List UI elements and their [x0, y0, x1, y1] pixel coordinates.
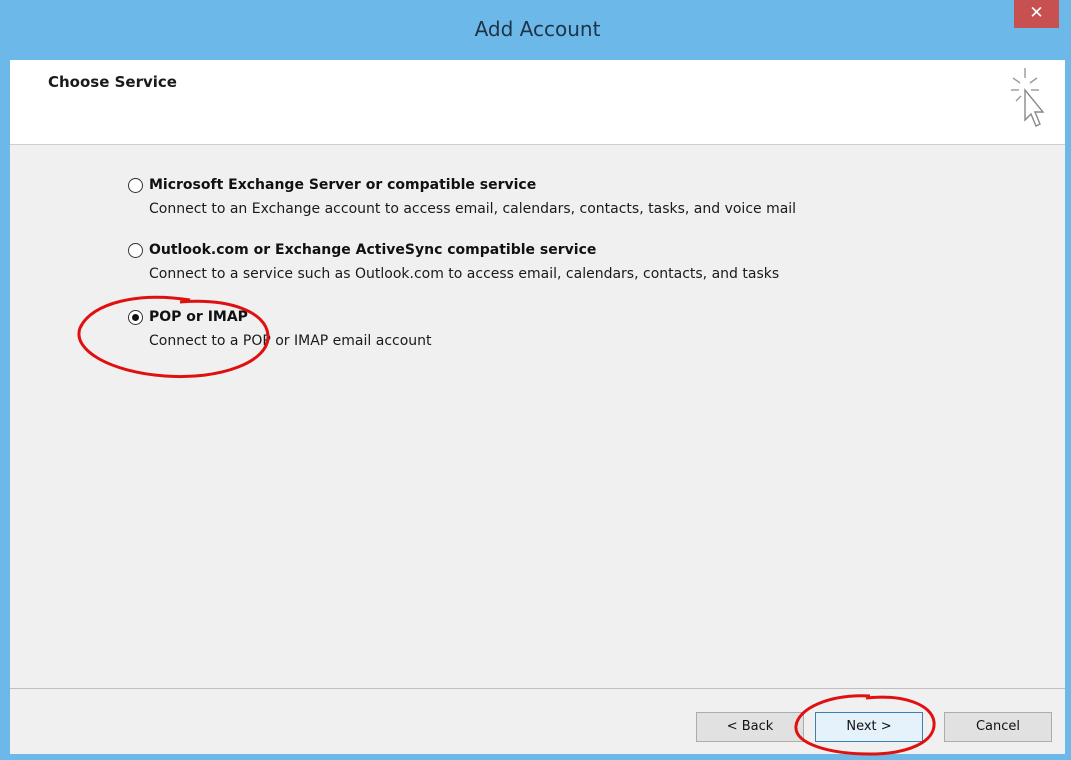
- radio-outlook-com[interactable]: [128, 242, 143, 258]
- option-description: Connect to a POP or IMAP email account: [149, 333, 432, 349]
- option-pop-imap[interactable]: POP or IMAP Connect to a POP or IMAP ema…: [128, 309, 432, 349]
- radio-pop-imap[interactable]: [128, 309, 143, 325]
- title-bar[interactable]: Add Account ✕: [10, 0, 1065, 60]
- option-label: POP or IMAP: [149, 309, 248, 325]
- radio-exchange[interactable]: [128, 177, 143, 193]
- close-icon: ✕: [1029, 3, 1044, 23]
- option-description: Connect to a service such as Outlook.com…: [149, 266, 780, 282]
- option-label: Outlook.com or Exchange ActiveSync compa…: [149, 242, 597, 258]
- page-title: Choose Service: [48, 73, 177, 91]
- window-title: Add Account: [474, 17, 601, 41]
- service-options: Microsoft Exchange Server or compatible …: [10, 145, 1065, 688]
- cancel-button[interactable]: Cancel: [944, 712, 1052, 742]
- back-button[interactable]: < Back: [696, 712, 804, 742]
- wizard-header: Choose Service: [10, 60, 1065, 145]
- next-button[interactable]: Next >: [815, 712, 923, 742]
- close-button[interactable]: ✕: [1014, 0, 1059, 28]
- option-label: Microsoft Exchange Server or compatible …: [149, 177, 537, 193]
- wizard-cursor-icon: [1011, 68, 1045, 127]
- wizard-footer: < Back Next > Cancel: [10, 689, 1065, 754]
- option-outlook-com[interactable]: Outlook.com or Exchange ActiveSync compa…: [128, 242, 779, 282]
- add-account-dialog: Add Account ✕ Choose Service Microsoft E…: [0, 0, 1071, 760]
- option-description: Connect to an Exchange account to access…: [149, 201, 797, 217]
- option-exchange[interactable]: Microsoft Exchange Server or compatible …: [128, 177, 796, 217]
